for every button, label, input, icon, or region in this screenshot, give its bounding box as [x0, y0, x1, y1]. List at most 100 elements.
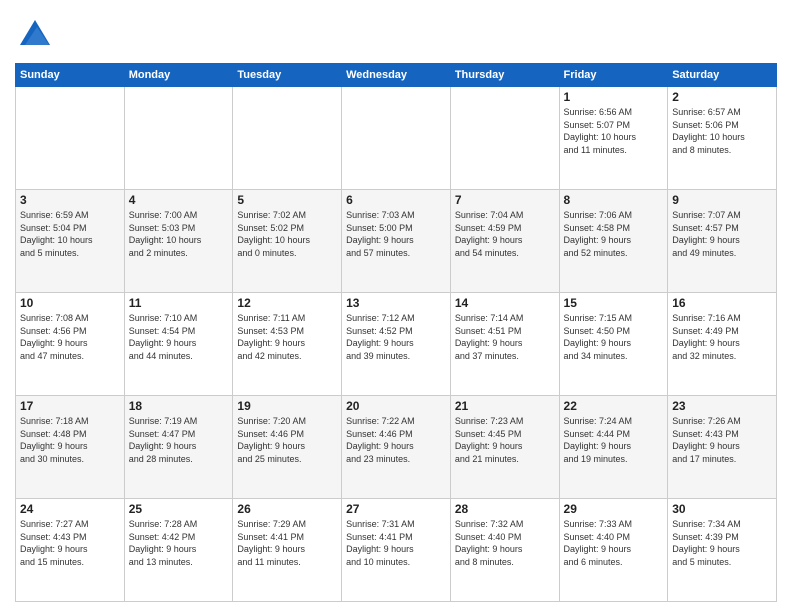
day-number: 29: [564, 502, 664, 516]
calendar-cell: 18 Sunrise: 7:19 AM Sunset: 4:47 PM Dayli…: [124, 396, 233, 499]
calendar-cell: 20Sunrise: 7:22 AM Sunset: 4:46 PM Dayli…: [342, 396, 451, 499]
logo: [15, 15, 57, 55]
page: SundayMondayTuesdayWednesdayThursdayFrid…: [0, 0, 792, 612]
day-number: 8: [564, 193, 664, 207]
day-number: 21: [455, 399, 555, 413]
calendar-cell: 13 Sunrise: 7:12 AM Sunset: 4:52 PM Dayli…: [342, 293, 451, 396]
calendar-cell: 14 Sunrise: 7:14 AM Sunset: 4:51 PM Dayli…: [450, 293, 559, 396]
calendar-cell: 19 Sunrise: 7:20 AM Sunset: 4:46 PM Dayli…: [233, 396, 342, 499]
day-number: 7: [455, 193, 555, 207]
day-number: 27: [346, 502, 446, 516]
day-info: Sunrise: 6:59 AM Sunset: 5:04 PM Dayligh…: [20, 209, 120, 259]
day-info: Sunrise: 7:06 AM Sunset: 4:58 PM Dayligh…: [564, 209, 664, 259]
calendar-cell: 26Sunrise: 7:29 AM Sunset: 4:41 PM Dayli…: [233, 499, 342, 602]
day-number: 30: [672, 502, 772, 516]
calendar-cell: 27 Sunrise: 7:31 AM Sunset: 4:41 PM Dayli…: [342, 499, 451, 602]
day-info: Sunrise: 7:00 AM Sunset: 5:03 PM Dayligh…: [129, 209, 229, 259]
day-info: Sunrise: 6:56 AM Sunset: 5:07 PM Dayligh…: [564, 106, 664, 156]
calendar-header-row: SundayMondayTuesdayWednesdayThursdayFrid…: [16, 64, 777, 87]
calendar-cell: 25 Sunrise: 7:28 AM Sunset: 4:42 PM Dayli…: [124, 499, 233, 602]
day-number: 6: [346, 193, 446, 207]
calendar-cell: 16 Sunrise: 7:16 AM Sunset: 4:49 PM Dayli…: [668, 293, 777, 396]
day-info: Sunrise: 7:26 AM Sunset: 4:43 PM Dayligh…: [672, 415, 772, 465]
day-number: 28: [455, 502, 555, 516]
calendar-cell: 9 Sunrise: 7:07 AM Sunset: 4:57 PM Daylig…: [668, 190, 777, 293]
day-info: Sunrise: 7:18 AM Sunset: 4:48 PM Dayligh…: [20, 415, 120, 465]
day-number: 16: [672, 296, 772, 310]
day-info: Sunrise: 7:15 AM Sunset: 4:50 PM Dayligh…: [564, 312, 664, 362]
calendar-cell: 28Sunrise: 7:32 AM Sunset: 4:40 PM Dayli…: [450, 499, 559, 602]
calendar-cell: [233, 87, 342, 190]
day-info: Sunrise: 7:28 AM Sunset: 4:42 PM Dayligh…: [129, 518, 229, 568]
day-number: 4: [129, 193, 229, 207]
day-info: Sunrise: 7:02 AM Sunset: 5:02 PM Dayligh…: [237, 209, 337, 259]
weekday-header: Thursday: [450, 64, 559, 87]
day-number: 5: [237, 193, 337, 207]
calendar-cell: 8 Sunrise: 7:06 AM Sunset: 4:58 PM Daylig…: [559, 190, 668, 293]
day-info: Sunrise: 7:10 AM Sunset: 4:54 PM Dayligh…: [129, 312, 229, 362]
calendar-cell: 6 Sunrise: 7:03 AM Sunset: 5:00 PM Daylig…: [342, 190, 451, 293]
day-info: Sunrise: 7:11 AM Sunset: 4:53 PM Dayligh…: [237, 312, 337, 362]
calendar-cell: 29 Sunrise: 7:33 AM Sunset: 4:40 PM Dayli…: [559, 499, 668, 602]
weekday-header: Sunday: [16, 64, 125, 87]
day-number: 19: [237, 399, 337, 413]
calendar-cell: 21 Sunrise: 7:23 AM Sunset: 4:45 PM Dayli…: [450, 396, 559, 499]
calendar-cell: [16, 87, 125, 190]
day-info: Sunrise: 7:03 AM Sunset: 5:00 PM Dayligh…: [346, 209, 446, 259]
day-info: Sunrise: 7:23 AM Sunset: 4:45 PM Dayligh…: [455, 415, 555, 465]
day-number: 18: [129, 399, 229, 413]
day-number: 22: [564, 399, 664, 413]
day-number: 1: [564, 90, 664, 104]
day-info: Sunrise: 7:14 AM Sunset: 4:51 PM Dayligh…: [455, 312, 555, 362]
day-info: Sunrise: 7:24 AM Sunset: 4:44 PM Dayligh…: [564, 415, 664, 465]
day-info: Sunrise: 7:12 AM Sunset: 4:52 PM Dayligh…: [346, 312, 446, 362]
calendar-cell: [342, 87, 451, 190]
day-number: 12: [237, 296, 337, 310]
weekday-header: Monday: [124, 64, 233, 87]
day-info: Sunrise: 7:07 AM Sunset: 4:57 PM Dayligh…: [672, 209, 772, 259]
calendar-cell: 24 Sunrise: 7:27 AM Sunset: 4:43 PM Dayli…: [16, 499, 125, 602]
day-info: Sunrise: 7:08 AM Sunset: 4:56 PM Dayligh…: [20, 312, 120, 362]
day-info: Sunrise: 7:29 AM Sunset: 4:41 PM Dayligh…: [237, 518, 337, 568]
day-number: 25: [129, 502, 229, 516]
calendar-week-row: 17 Sunrise: 7:18 AM Sunset: 4:48 PM Dayli…: [16, 396, 777, 499]
header: [15, 15, 777, 55]
day-number: 17: [20, 399, 120, 413]
calendar-cell: 5 Sunrise: 7:02 AM Sunset: 5:02 PM Daylig…: [233, 190, 342, 293]
day-info: Sunrise: 7:16 AM Sunset: 4:49 PM Dayligh…: [672, 312, 772, 362]
day-number: 13: [346, 296, 446, 310]
day-number: 2: [672, 90, 772, 104]
weekday-header: Friday: [559, 64, 668, 87]
weekday-header: Tuesday: [233, 64, 342, 87]
day-info: Sunrise: 7:31 AM Sunset: 4:41 PM Dayligh…: [346, 518, 446, 568]
calendar-cell: [450, 87, 559, 190]
calendar-cell: 22 Sunrise: 7:24 AM Sunset: 4:44 PM Dayli…: [559, 396, 668, 499]
calendar-week-row: 3 Sunrise: 6:59 AM Sunset: 5:04 PM Daylig…: [16, 190, 777, 293]
day-number: 14: [455, 296, 555, 310]
day-info: Sunrise: 7:04 AM Sunset: 4:59 PM Dayligh…: [455, 209, 555, 259]
calendar-cell: 2Sunrise: 6:57 AM Sunset: 5:06 PM Daylig…: [668, 87, 777, 190]
calendar-cell: 7 Sunrise: 7:04 AM Sunset: 4:59 PM Daylig…: [450, 190, 559, 293]
day-info: Sunrise: 7:19 AM Sunset: 4:47 PM Dayligh…: [129, 415, 229, 465]
day-number: 15: [564, 296, 664, 310]
day-info: Sunrise: 7:34 AM Sunset: 4:39 PM Dayligh…: [672, 518, 772, 568]
day-number: 23: [672, 399, 772, 413]
calendar-cell: 15 Sunrise: 7:15 AM Sunset: 4:50 PM Dayli…: [559, 293, 668, 396]
calendar-cell: 4 Sunrise: 7:00 AM Sunset: 5:03 PM Daylig…: [124, 190, 233, 293]
calendar-week-row: 24 Sunrise: 7:27 AM Sunset: 4:43 PM Dayli…: [16, 499, 777, 602]
logo-icon: [15, 15, 55, 55]
day-number: 9: [672, 193, 772, 207]
weekday-header: Wednesday: [342, 64, 451, 87]
day-info: Sunrise: 7:27 AM Sunset: 4:43 PM Dayligh…: [20, 518, 120, 568]
day-info: Sunrise: 7:20 AM Sunset: 4:46 PM Dayligh…: [237, 415, 337, 465]
calendar-week-row: 1 Sunrise: 6:56 AM Sunset: 5:07 PM Daylig…: [16, 87, 777, 190]
calendar-cell: 17 Sunrise: 7:18 AM Sunset: 4:48 PM Dayli…: [16, 396, 125, 499]
day-number: 11: [129, 296, 229, 310]
calendar-week-row: 10Sunrise: 7:08 AM Sunset: 4:56 PM Dayli…: [16, 293, 777, 396]
day-info: Sunrise: 7:22 AM Sunset: 4:46 PM Dayligh…: [346, 415, 446, 465]
calendar-cell: 30 Sunrise: 7:34 AM Sunset: 4:39 PM Dayli…: [668, 499, 777, 602]
day-info: Sunrise: 7:33 AM Sunset: 4:40 PM Dayligh…: [564, 518, 664, 568]
day-number: 3: [20, 193, 120, 207]
day-number: 24: [20, 502, 120, 516]
calendar-cell: 11 Sunrise: 7:10 AM Sunset: 4:54 PM Dayli…: [124, 293, 233, 396]
